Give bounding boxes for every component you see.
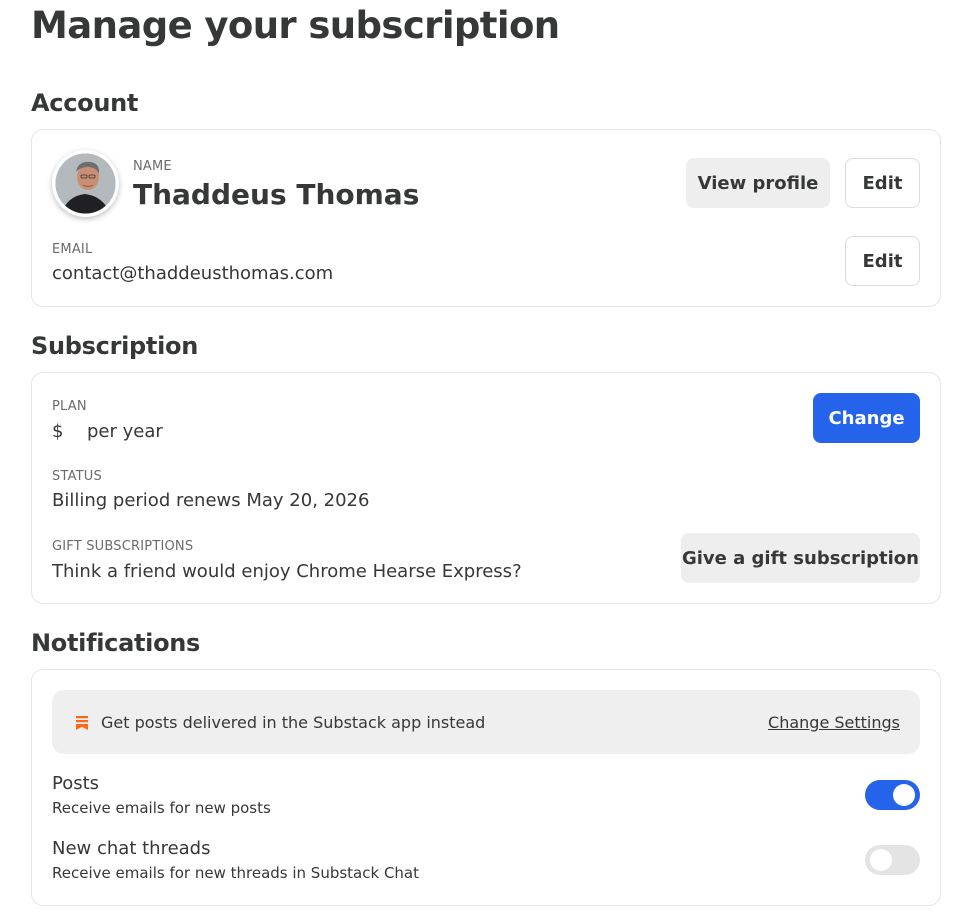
account-email: contact@thaddeusthomas.com xyxy=(52,263,334,284)
notification-desc-chat: Receive emails for new threads in Substa… xyxy=(52,864,419,882)
notification-title-chat: New chat threads xyxy=(52,838,211,859)
edit-name-button[interactable]: Edit xyxy=(845,158,920,208)
posts-email-toggle[interactable] xyxy=(865,780,920,810)
substack-bookmark-icon xyxy=(76,715,88,734)
give-gift-button[interactable]: Give a gift subscription xyxy=(681,533,920,583)
toggle-knob xyxy=(870,849,892,871)
name-label: NAME xyxy=(133,159,172,174)
account-name: Thaddeus Thomas xyxy=(133,178,420,211)
plan-period: per year xyxy=(87,421,163,442)
page-title: Manage your subscription xyxy=(31,4,560,47)
view-profile-button[interactable]: View profile xyxy=(686,158,830,208)
toggle-knob xyxy=(893,784,915,806)
plan-label: PLAN xyxy=(52,399,87,414)
status-value: Billing period renews May 20, 2026 xyxy=(52,490,370,511)
status-label: STATUS xyxy=(52,469,102,484)
email-label: EMAIL xyxy=(52,242,93,257)
avatar[interactable] xyxy=(52,150,119,217)
gift-text: Think a friend would enjoy Chrome Hearse… xyxy=(52,561,522,582)
chat-threads-email-toggle[interactable] xyxy=(865,845,920,875)
account-card: NAME Thaddeus Thomas View profile Edit E… xyxy=(31,129,941,307)
notifications-heading: Notifications xyxy=(31,629,201,657)
banner-text: Get posts delivered in the Substack app … xyxy=(101,713,486,732)
subscription-card: PLAN $ per year Change STATUS Billing pe… xyxy=(31,372,941,604)
edit-email-button[interactable]: Edit xyxy=(845,236,920,286)
subscription-heading: Subscription xyxy=(31,332,198,360)
app-delivery-banner: Get posts delivered in the Substack app … xyxy=(52,690,920,754)
gift-label: GIFT SUBSCRIPTIONS xyxy=(52,539,194,554)
notification-title-posts: Posts xyxy=(52,773,100,794)
change-plan-button[interactable]: Change xyxy=(813,393,920,443)
notifications-card: Get posts delivered in the Substack app … xyxy=(31,669,941,906)
plan-currency: $ xyxy=(52,421,64,442)
notification-desc-posts: Receive emails for new posts xyxy=(52,799,271,817)
change-settings-link[interactable]: Change Settings xyxy=(768,713,900,732)
manage-subscription-page: Manage your subscription Account NAME Th… xyxy=(0,0,962,920)
account-heading: Account xyxy=(31,89,139,117)
avatar-photo xyxy=(55,153,116,214)
